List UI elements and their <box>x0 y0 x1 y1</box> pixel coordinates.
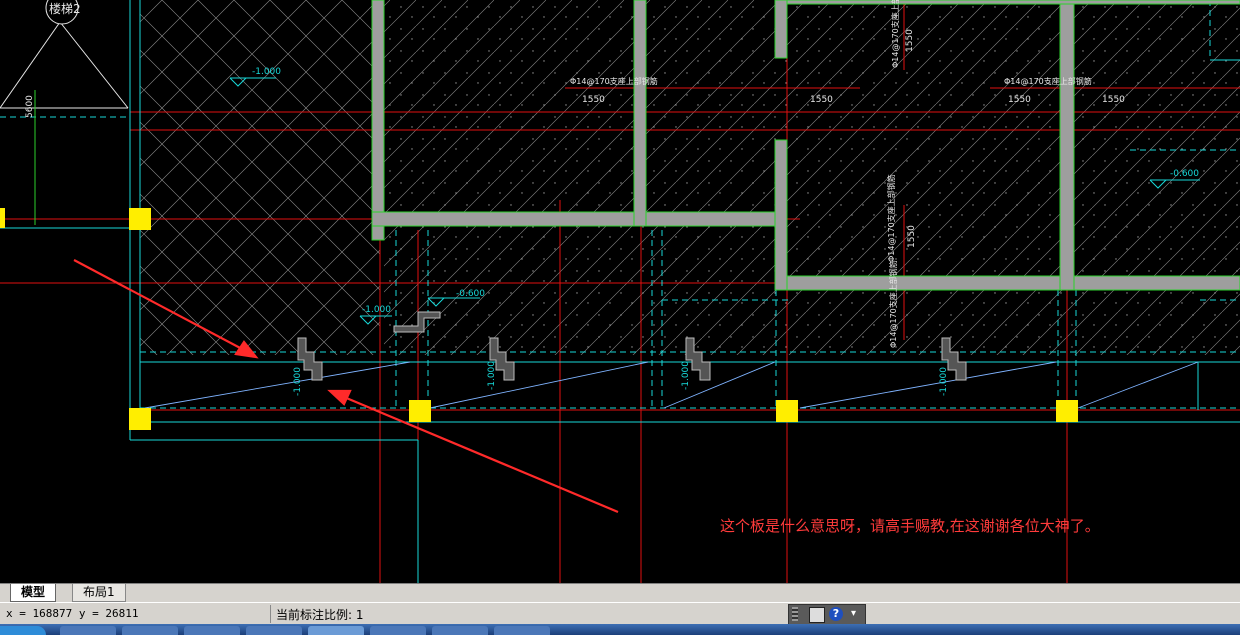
grip-icon[interactable] <box>792 607 798 621</box>
windows-taskbar <box>0 624 1240 635</box>
elevation-label: -0.600 <box>1170 169 1199 179</box>
dimension-label: 1550 <box>810 95 833 105</box>
elevation-label: -1.000 <box>939 367 949 396</box>
taskbar-button[interactable] <box>432 626 488 635</box>
dimension-label: 5600 <box>25 95 35 118</box>
tab-layout1[interactable]: 布局1 <box>72 584 126 602</box>
status-divider <box>270 605 271 623</box>
taskbar-button[interactable] <box>370 626 426 635</box>
keyboard-icon[interactable] <box>809 607 825 623</box>
annotation-scale-label: 当前标注比例: 1 <box>276 608 364 622</box>
input-method-toolbar[interactable]: ? ▾ <box>788 604 866 626</box>
annotation-question: 这个板是什么意思呀，请高手赐教,在这谢谢各位大神了。 <box>720 517 1100 535</box>
elevation-label: -1.000 <box>362 305 391 315</box>
layout-tab-bar: 模型 布局1 <box>0 583 1240 603</box>
elevation-label: -0.600 <box>456 289 485 299</box>
elevation-label: -1.000 <box>681 361 691 390</box>
taskbar-button[interactable] <box>494 626 550 635</box>
elevation-label: -1.000 <box>487 361 497 390</box>
rebar-note: Φ14@170支座上部钢筋 <box>570 76 658 86</box>
start-button[interactable] <box>0 626 46 635</box>
slab-hatch-regions <box>140 0 1240 355</box>
column <box>1056 400 1078 422</box>
rebar-note: Φ14@170支座上部钢筋 <box>886 174 896 262</box>
cad-model-space[interactable]: -1.000 -0.600 -1.000 -0.600 -1.000 -1.00… <box>0 0 1240 583</box>
column <box>0 208 5 228</box>
status-bar: x = 168877 y = 26811 当前标注比例: 1 ? ▾ <box>0 602 1240 626</box>
elevation-label: -1.000 <box>252 67 281 77</box>
taskbar-button[interactable] <box>122 626 178 635</box>
column <box>129 208 151 230</box>
coordinate-readout: x = 168877 y = 26811 <box>6 607 139 620</box>
dimension-label: 1550 <box>1008 95 1031 105</box>
column <box>409 400 431 422</box>
elevation-label: -1.000 <box>293 367 303 396</box>
rebar-note: Φ14@170支座上部钢筋 <box>888 260 898 348</box>
dimension-label: 1550 <box>1102 95 1125 105</box>
tab-model[interactable]: 模型 <box>10 584 57 602</box>
rebar-note: Φ14@170支座上部钢筋 <box>1004 76 1092 86</box>
stair-symbol <box>0 0 129 109</box>
taskbar-button[interactable] <box>60 626 116 635</box>
dimension-label: 1550 <box>582 95 605 105</box>
chevron-down-icon[interactable]: ▾ <box>851 607 865 621</box>
cad-drawing: -1.000 -0.600 -1.000 -0.600 -1.000 -1.00… <box>0 0 1240 583</box>
stair-label: 楼梯2 <box>49 1 81 16</box>
taskbar-button[interactable] <box>308 626 364 635</box>
rebar-note: Φ14@170支座上部钢筋 <box>890 0 900 68</box>
taskbar-button[interactable] <box>184 626 240 635</box>
dimension-label: 1550 <box>907 225 917 248</box>
column <box>776 400 798 422</box>
help-icon[interactable]: ? <box>829 607 843 621</box>
column <box>129 408 151 430</box>
dimension-label: 1550 <box>905 29 915 52</box>
taskbar-button[interactable] <box>246 626 302 635</box>
